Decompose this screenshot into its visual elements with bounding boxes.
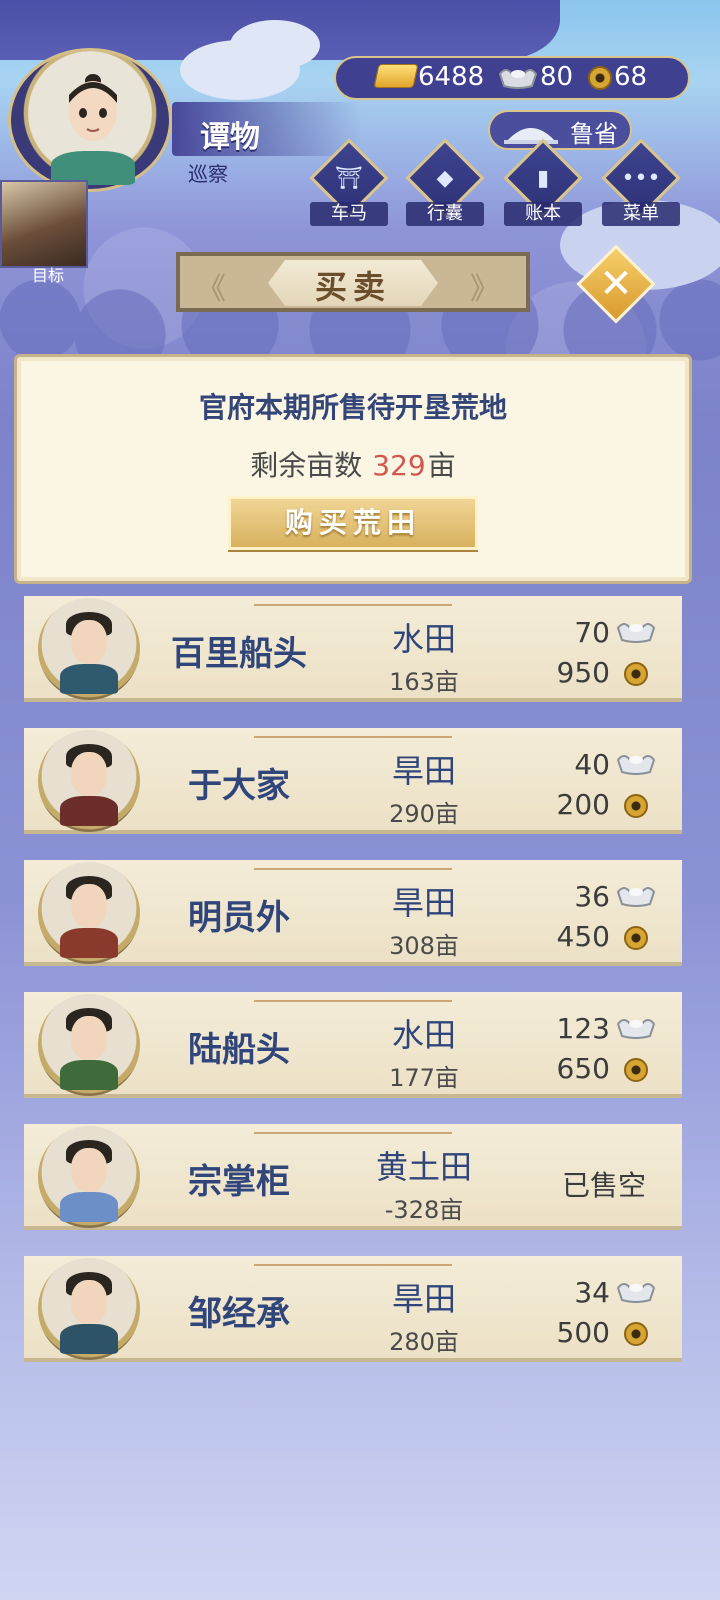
seller-name: 百里船头 — [171, 634, 307, 674]
close-icon[interactable]: ✕ — [588, 256, 644, 312]
seller-name: 邹经承 — [188, 1294, 290, 1334]
bag-icon: ◆ — [436, 165, 454, 191]
target-label: 目标 — [32, 266, 65, 285]
nav-carriage-button[interactable]: ⛩ 车马 — [309, 138, 389, 228]
seller-avatar — [38, 730, 140, 832]
seller-card[interactable]: 陆船头 水田 177亩 123 650 — [24, 992, 682, 1098]
land-area: 308亩 — [389, 932, 459, 960]
buy-wasteland-button[interactable]: 购买荒田 — [228, 496, 478, 550]
silver-price: 40 — [574, 748, 610, 781]
player-avatar[interactable] — [8, 48, 172, 192]
copper-price: 450 — [556, 920, 610, 953]
land-type: 旱田 — [391, 1280, 456, 1318]
silver-ingot-icon — [616, 1019, 656, 1039]
seller-card[interactable]: 于大家 旱田 290亩 40 200 — [24, 728, 682, 834]
silver-ingot-icon — [616, 887, 656, 907]
copper-price: 950 — [556, 656, 610, 689]
seller-card[interactable]: 邹经承 旱田 280亩 34 500 — [24, 1256, 682, 1362]
ledger-icon: ▮ — [536, 165, 550, 191]
remaining-value: 329 — [372, 449, 426, 482]
land-area: -328亩 — [384, 1196, 464, 1224]
land-type: 水田 — [391, 620, 456, 658]
nav-bag-button[interactable]: ◆ 行囊 — [405, 138, 485, 228]
silver-price: 70 — [574, 616, 610, 649]
seller-avatar — [38, 598, 140, 700]
nav-label: 账本 — [504, 202, 582, 226]
seller-card[interactable]: 明员外 旱田 308亩 36 450 — [24, 860, 682, 966]
copper-coin-icon — [588, 66, 612, 90]
seller-avatar — [38, 994, 140, 1096]
silver-ingot-icon — [498, 69, 538, 89]
silver-ingot-icon — [616, 755, 656, 775]
copper-coin-icon — [624, 926, 648, 950]
cloud-decor — [230, 20, 320, 70]
copper-price: 650 — [556, 1052, 610, 1085]
seller-avatar — [38, 1126, 140, 1228]
seller-name: 陆船头 — [188, 1030, 290, 1070]
copper-amount: 68 — [614, 62, 648, 92]
copper-coin-icon — [624, 1058, 648, 1082]
target-portrait[interactable] — [0, 180, 88, 268]
land-type: 旱田 — [391, 884, 456, 922]
silver-price: 123 — [556, 1012, 610, 1045]
seller-name: 宗掌柜 — [188, 1162, 290, 1202]
remaining-label: 剩余亩数 — [250, 449, 363, 482]
panel-title: 买卖 — [314, 268, 391, 306]
copper-price: 200 — [556, 788, 610, 821]
menu-dots-icon: ••• — [621, 165, 661, 191]
seller-avatar — [38, 1258, 140, 1360]
player-name: 谭物 — [200, 120, 260, 155]
silver-amount: 80 — [540, 62, 574, 92]
nav-ledger-button[interactable]: ▮ 账本 — [503, 138, 583, 228]
player-portrait — [69, 74, 117, 141]
banner-chevron-right-icon: 》 — [470, 272, 500, 307]
nav-menu-button[interactable]: ••• 菜单 — [601, 138, 681, 228]
copper-coin-icon — [624, 662, 648, 686]
copper-coin-icon — [624, 794, 648, 818]
copper-price: 500 — [556, 1316, 610, 1349]
silver-price: 34 — [574, 1276, 610, 1309]
stone-bridge-icon — [504, 128, 558, 144]
gold-amount: 6488 — [418, 62, 485, 92]
seller-name: 于大家 — [188, 766, 290, 806]
player-title: 巡察 — [188, 162, 228, 186]
silver-price: 36 — [574, 880, 610, 913]
carriage-icon: ⛩ — [335, 165, 363, 191]
sold-out-label: 已售空 — [561, 1169, 646, 1202]
land-area: 177亩 — [389, 1064, 459, 1092]
land-type: 水田 — [391, 1016, 456, 1054]
government-heading: 官府本期所售待开垦荒地 — [198, 391, 507, 424]
remaining-unit: 亩 — [427, 449, 456, 482]
land-type: 旱田 — [391, 752, 456, 790]
region-label: 鲁省 — [570, 120, 618, 148]
land-area: 163亩 — [389, 668, 459, 696]
remaining-acres: 剩余亩数 329亩 — [14, 444, 692, 484]
land-area: 280亩 — [389, 1328, 459, 1356]
nav-label: 车马 — [310, 202, 388, 226]
silver-ingot-icon — [616, 1283, 656, 1303]
seller-avatar — [38, 862, 140, 964]
land-type: 黄土田 — [375, 1148, 472, 1186]
nav-label: 菜单 — [602, 202, 680, 226]
seller-card[interactable]: 百里船头 水田 163亩 70 950 — [24, 596, 682, 702]
gold-ingot-icon — [373, 64, 419, 88]
silver-ingot-icon — [616, 623, 656, 643]
nav-label: 行囊 — [406, 202, 484, 226]
banner-chevron-left-icon: 《 — [196, 272, 226, 307]
land-area: 290亩 — [389, 800, 459, 828]
copper-coin-icon — [624, 1322, 648, 1346]
seller-card[interactable]: 宗掌柜 黄土田 -328亩 已售空 — [24, 1124, 682, 1230]
seller-name: 明员外 — [188, 898, 290, 938]
